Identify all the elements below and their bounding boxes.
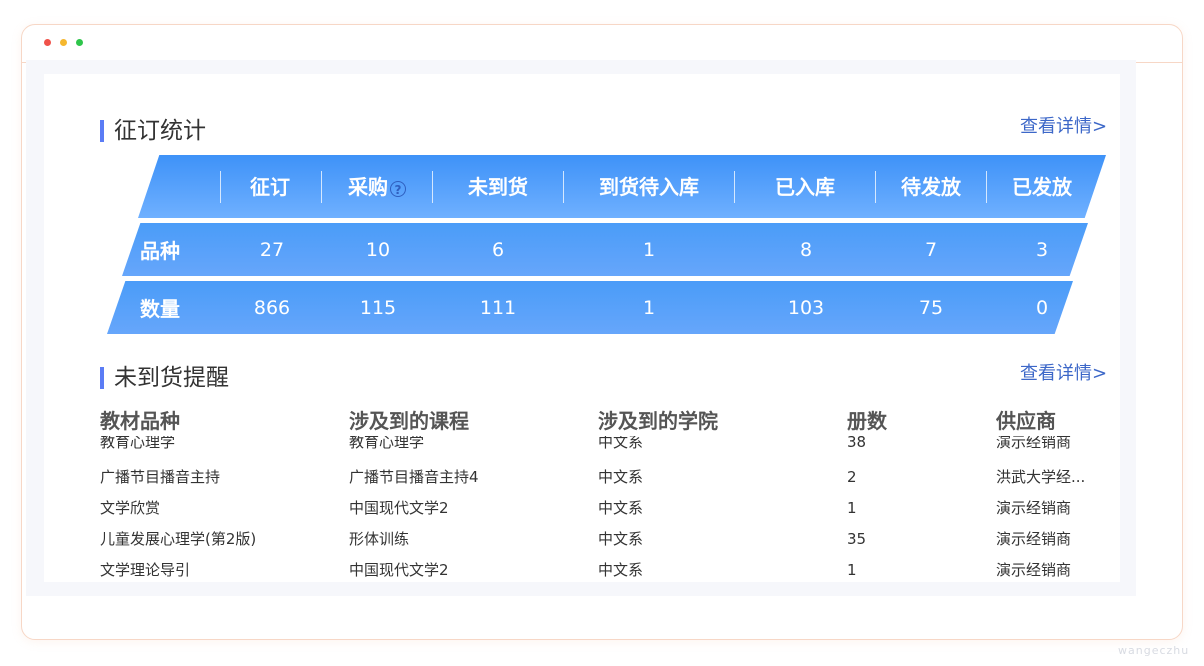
stat-value[interactable]: 6 (456, 238, 540, 262)
header-stored: 已入库 (775, 175, 835, 199)
stat-value[interactable]: 75 (889, 296, 973, 320)
column-header-supplier: 供应商 (996, 409, 1056, 433)
cell-college: 中文系 (598, 468, 644, 486)
subscription-stats-title: 征订统计 (100, 118, 206, 144)
cell-course: 教育心理学 (349, 436, 425, 451)
stat-value[interactable]: 27 (230, 238, 314, 262)
cell-course: 中国现代文学2 (349, 561, 449, 579)
header-not-arrived: 未到货 (468, 175, 528, 199)
cell-copies: 1 (847, 561, 857, 579)
cell-supplier: 演示经销商 (996, 436, 1072, 451)
cell-material: 儿童发展心理学(第2版) (100, 530, 257, 548)
row-label-variety: 品种 (140, 239, 180, 263)
cell-college: 中文系 (598, 530, 644, 548)
header-divider (563, 171, 564, 203)
stat-value[interactable]: 3 (1000, 238, 1084, 262)
stat-value[interactable]: 111 (456, 296, 540, 320)
column-header-material: 教材品种 (100, 409, 180, 433)
stat-value[interactable]: 866 (230, 296, 314, 320)
minimize-dot-icon[interactable] (60, 39, 67, 46)
header-divider (734, 171, 735, 203)
row-label-quantity: 数量 (140, 297, 180, 321)
column-header-college: 涉及到的学院 (598, 409, 718, 433)
maximize-dot-icon[interactable] (76, 39, 83, 46)
stat-value[interactable]: 1 (607, 296, 691, 320)
undelivered-reminder-title: 未到货提醒 (100, 365, 229, 391)
header-awaiting-storage: 到货待入库 (599, 175, 699, 199)
cell-copies: 38 (847, 436, 867, 451)
cell-course: 广播节目播音主持4 (349, 468, 479, 486)
cell-supplier: 演示经销商 (996, 530, 1072, 548)
close-dot-icon[interactable] (44, 39, 51, 46)
cell-college: 中文系 (598, 436, 644, 451)
title-accent-bar (100, 120, 104, 142)
cell-college: 中文系 (598, 561, 644, 579)
stat-value[interactable]: 0 (1000, 296, 1084, 320)
table-row[interactable]: 教育心理学 教育心理学 中文系 38 演示经销商 (100, 436, 1110, 463)
stat-value[interactable]: 115 (336, 296, 420, 320)
header-divider (321, 171, 322, 203)
undelivered-table-body[interactable]: 教育心理学 教育心理学 中文系 38 演示经销商 广播节目播音主持 广播节目播音… (100, 436, 1110, 586)
cell-supplier: 演示经销商 (996, 499, 1072, 517)
header-divider (432, 171, 433, 203)
view-details-link[interactable]: 查看详情> (1020, 363, 1107, 385)
view-details-link[interactable]: 查看详情> (1020, 116, 1107, 138)
cell-course: 中国现代文学2 (349, 499, 449, 517)
table-row[interactable]: 文学理论导引 中国现代文学2 中文系 1 演示经销商 (100, 560, 1110, 586)
stat-value[interactable]: 10 (336, 238, 420, 262)
window-titlebar (22, 25, 1182, 63)
stat-value[interactable]: 1 (607, 238, 691, 262)
cell-copies: 1 (847, 499, 857, 517)
stat-value[interactable]: 7 (889, 238, 973, 262)
header-purchase-label: 采购 (348, 175, 388, 199)
column-header-course: 涉及到的课程 (349, 409, 469, 433)
cell-supplier: 洪武大学经... (996, 468, 1086, 486)
header-pending-release: 待发放 (901, 175, 961, 199)
cell-college: 中文系 (598, 499, 644, 517)
help-icon[interactable]: ? (390, 180, 406, 197)
cell-copies: 35 (847, 530, 867, 548)
cell-material: 教育心理学 (100, 436, 176, 451)
stat-value[interactable]: 103 (764, 296, 848, 320)
header-subscribe: 征订 (250, 175, 290, 199)
header-divider (220, 171, 221, 203)
section-title-text: 未到货提醒 (114, 365, 229, 391)
cell-course: 形体训练 (349, 530, 410, 548)
column-header-copies: 册数 (847, 409, 887, 433)
header-purchase: 采购? (331, 174, 423, 200)
cell-material: 广播节目播音主持 (100, 468, 221, 486)
stat-value[interactable]: 8 (764, 238, 848, 262)
header-released: 已发放 (1012, 175, 1072, 199)
title-accent-bar (100, 367, 104, 389)
table-row[interactable]: 文学欣赏 中国现代文学2 中文系 1 演示经销商 (100, 498, 1110, 529)
table-row[interactable]: 儿童发展心理学(第2版) 形体训练 中文系 35 演示经销商 (100, 529, 1110, 560)
table-row[interactable]: 广播节目播音主持 广播节目播音主持4 中文系 2 洪武大学经... (100, 467, 1110, 498)
cell-copies: 2 (847, 468, 857, 486)
header-divider (875, 171, 876, 203)
watermark: wangeczhu (1118, 644, 1190, 657)
section-title-text: 征订统计 (114, 118, 206, 144)
cell-material: 文学理论导引 (100, 561, 191, 579)
cell-supplier: 演示经销商 (996, 561, 1072, 579)
header-divider (986, 171, 987, 203)
cell-material: 文学欣赏 (100, 499, 161, 517)
